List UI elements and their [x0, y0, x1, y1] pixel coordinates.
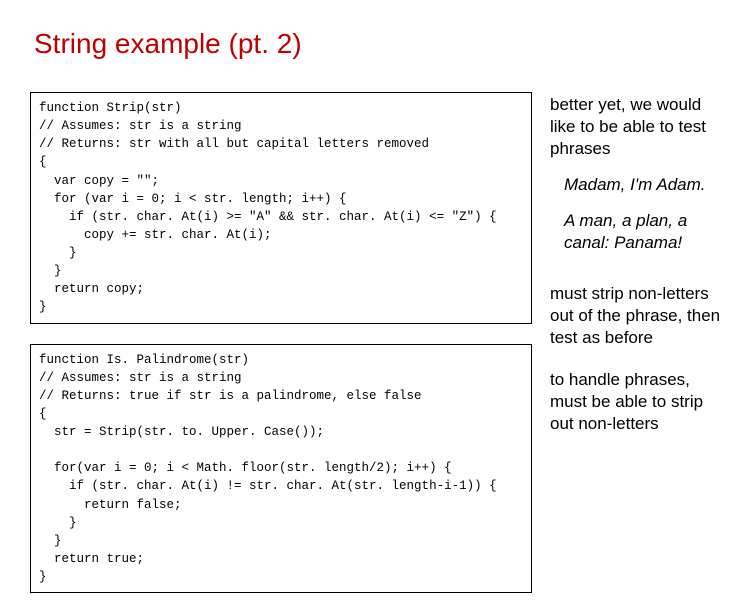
example-phrase-1: Madam, I'm Adam.	[550, 174, 726, 196]
code-block-palindrome: function Is. Palindrome(str) // Assumes:…	[30, 344, 532, 594]
annotation-column: better yet, we would like to be able to …	[550, 92, 726, 613]
code-block-strip: function Strip(str) // Assumes: str is a…	[30, 92, 532, 324]
slide-title: String example (pt. 2)	[34, 28, 726, 60]
annotation-strip: must strip non-letters out of the phrase…	[550, 283, 726, 349]
annotation-intro: better yet, we would like to be able to …	[550, 94, 726, 160]
slide-content: function Strip(str) // Assumes: str is a…	[30, 92, 726, 613]
annotation-handle: to handle phrases, must be able to strip…	[550, 369, 726, 435]
example-phrase-2: A man, a plan, a canal: Panama!	[550, 210, 726, 254]
code-column: function Strip(str) // Assumes: str is a…	[30, 92, 532, 613]
